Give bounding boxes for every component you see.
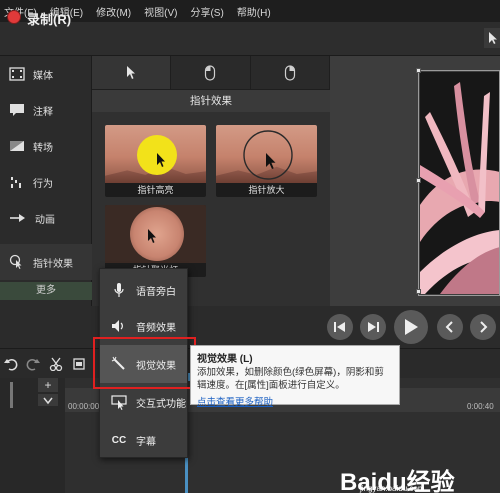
step-forward-icon (368, 322, 379, 332)
sidebar-item-label: 指针效果 (33, 258, 73, 270)
highlight-effect-icon (137, 135, 177, 175)
effect-cursor-spotlight[interactable]: 指针聚光灯 (105, 205, 206, 277)
spotlight-effect-icon (148, 229, 156, 243)
menu-item-label: 字幕 (136, 436, 156, 448)
sidebar-item-label: 媒体 (33, 70, 53, 82)
playback-controls (300, 306, 500, 348)
sidebar-item-animations[interactable]: 动画 (0, 200, 92, 236)
record-icon[interactable] (7, 10, 21, 24)
speaker-icon (112, 320, 123, 332)
selection-frame[interactable] (416, 68, 500, 296)
microphone-icon (114, 283, 124, 297)
sidebar-item-label: 动画 (35, 214, 55, 226)
cc-icon: CC (111, 434, 127, 446)
sidebar-item-label: 行为 (33, 178, 53, 190)
menu-item-label: 音频效果 (136, 322, 176, 334)
step-back-button[interactable] (327, 314, 353, 340)
tooltip-body: 添加效果，如删除颜色(绿色屏幕)，阴影和剪辑速度。在[属性]面板进行自定义。 (197, 367, 384, 391)
resize-handle[interactable] (416, 289, 421, 294)
mouse-left-click-icon (205, 64, 216, 81)
select-tool-button[interactable] (484, 28, 500, 48)
add-track-button[interactable]: + (38, 378, 58, 392)
play-icon (405, 319, 418, 335)
sidebar-item-label: 转场 (33, 142, 53, 154)
panel-title: 指针效果 (92, 90, 330, 112)
more-button[interactable]: 更多 (0, 282, 92, 300)
copy-icon[interactable] (72, 357, 86, 371)
menu-help[interactable]: 帮助(H) (237, 4, 271, 19)
resize-handle[interactable] (416, 68, 421, 73)
ruler-tick-label: 0:00:40 (467, 402, 494, 411)
thumb-label: 指针放大 (216, 183, 317, 197)
magnify-effect-icon (243, 130, 293, 180)
tab-right-click[interactable] (251, 56, 330, 89)
pointer-icon (127, 65, 136, 79)
mouse-right-click-icon (284, 64, 295, 81)
collapse-button[interactable] (38, 394, 58, 406)
menu-item-voice-narration[interactable]: 语音旁白 (100, 271, 187, 309)
chevron-right-icon (480, 321, 488, 333)
menu-share[interactable]: 分享(S) (190, 4, 223, 19)
highlight-box (93, 337, 196, 389)
sidebar-item-cursor-effects[interactable]: 指针效果 (0, 244, 92, 280)
film-strip-icon (9, 67, 25, 81)
cursor-effect-icon (9, 254, 22, 269)
tab-left-click[interactable] (171, 56, 251, 89)
tooltip: 视觉效果 (L) 添加效果，如删除颜色(绿色屏幕)，阴影和剪辑速度。在[属性]面… (190, 345, 400, 408)
step-forward-button[interactable] (360, 314, 386, 340)
effect-cursor-magnify[interactable]: 指针放大 (216, 125, 317, 197)
sidebar-item-annotations[interactable]: 注释 (0, 92, 92, 128)
chevron-left-icon (445, 321, 453, 333)
sidebar-item-label: 注释 (33, 106, 53, 118)
record-button[interactable]: 录制(R) (27, 9, 71, 28)
animation-icon (10, 214, 25, 222)
menu-item-label: 交互式功能 (136, 398, 186, 410)
panel-tab-bar (92, 56, 330, 90)
pointer-icon (489, 32, 497, 44)
behavior-icon (11, 177, 21, 188)
menu-item-captions[interactable]: CC 字幕 (100, 421, 187, 459)
tooltip-title: 视觉效果 (L) (197, 354, 253, 365)
annotation-icon (10, 104, 24, 116)
menu-bar: 文件(F) 编辑(E) 修改(M) 视图(V) 分享(S) 帮助(H) (0, 0, 500, 22)
sidebar-item-behaviors[interactable]: 行为 (0, 164, 92, 200)
menu-modify[interactable]: 修改(M) (96, 4, 131, 19)
interactive-icon (111, 395, 127, 410)
tab-pointer[interactable] (92, 56, 172, 89)
menu-view[interactable]: 视图(V) (144, 4, 177, 19)
sidebar-item-transitions[interactable]: 转场 (0, 128, 92, 164)
track-controls: + (0, 378, 65, 493)
effect-cursor-highlight[interactable]: 指针高亮 (105, 125, 206, 197)
cut-icon[interactable] (49, 357, 63, 371)
transition-icon (10, 141, 24, 151)
next-button[interactable] (470, 314, 496, 340)
resize-handle[interactable] (416, 178, 421, 183)
watermark-url: jingyan.baidu.com (360, 484, 425, 493)
step-back-icon (334, 322, 345, 332)
sidebar: 媒体 注释 转场 行为 动画 指针效果 (0, 56, 92, 306)
thumb-label: 指针高亮 (105, 183, 206, 197)
play-button[interactable] (394, 310, 428, 344)
sidebar-item-media[interactable]: 媒体 (0, 56, 92, 92)
undo-icon[interactable] (4, 357, 18, 371)
zoom-slider[interactable] (10, 382, 13, 408)
redo-icon[interactable] (26, 357, 40, 371)
chevron-down-icon (43, 397, 53, 405)
record-bar (0, 22, 500, 56)
menu-item-label: 语音旁白 (136, 286, 176, 298)
tooltip-help-link[interactable]: 点击查看更多帮助 (197, 394, 393, 408)
previous-button[interactable] (437, 314, 463, 340)
